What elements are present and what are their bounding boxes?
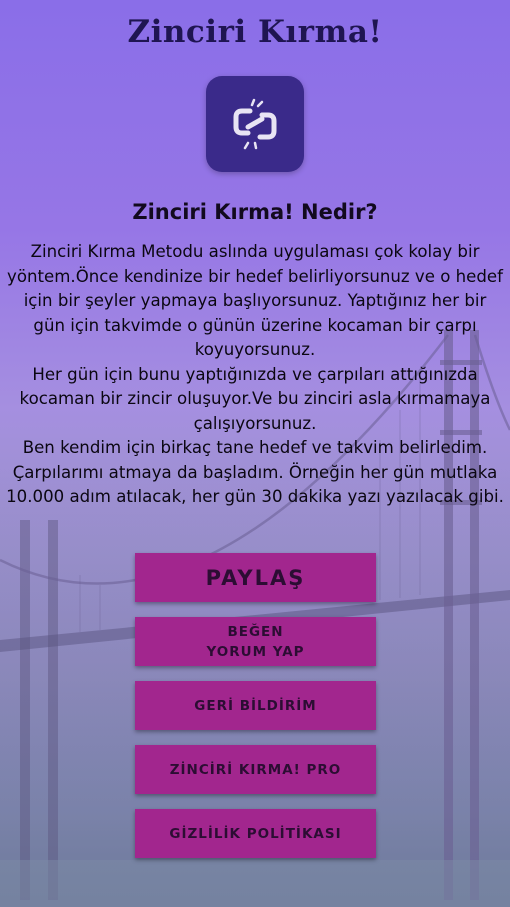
feedback-button[interactable]: GERİ BİLDİRİM — [135, 681, 376, 730]
description-paragraph: Zinciri Kırma Metodu aslında uygulaması … — [7, 242, 503, 359]
share-button-label: PAYLAŞ — [205, 565, 306, 590]
main-screen: Zinciri Kırma! Zinciri Kırma! Nedir? Zin… — [0, 0, 510, 907]
privacy-button-label: GİZLİLİK POLİTİKASI — [169, 825, 342, 842]
app-title: Zinciri Kırma! — [127, 14, 383, 50]
pro-button-label: ZİNCİRİ KIRMA! PRO — [169, 761, 342, 778]
section-heading: Zinciri Kırma! Nedir? — [132, 200, 378, 224]
like-button-label: BEĞEN — [227, 623, 284, 640]
description-paragraph: Her gün için bunu yaptığınızda ve çarpıl… — [19, 364, 491, 433]
privacy-policy-button[interactable]: GİZLİLİK POLİTİKASI — [135, 809, 376, 858]
like-comment-button[interactable]: BEĞEN YORUM YAP — [135, 617, 376, 666]
comment-button-label: YORUM YAP — [206, 643, 305, 660]
pro-version-button[interactable]: ZİNCİRİ KIRMA! PRO — [135, 745, 376, 794]
app-logo — [206, 76, 304, 172]
broken-chain-icon — [233, 98, 277, 150]
feedback-button-label: GERİ BİLDİRİM — [194, 697, 317, 714]
description-text: Zinciri Kırma Metodu aslında uygulaması … — [6, 240, 504, 510]
description-paragraph: Ben kendim için birkaç tane hedef ve tak… — [6, 438, 504, 506]
share-button[interactable]: PAYLAŞ — [135, 553, 376, 602]
